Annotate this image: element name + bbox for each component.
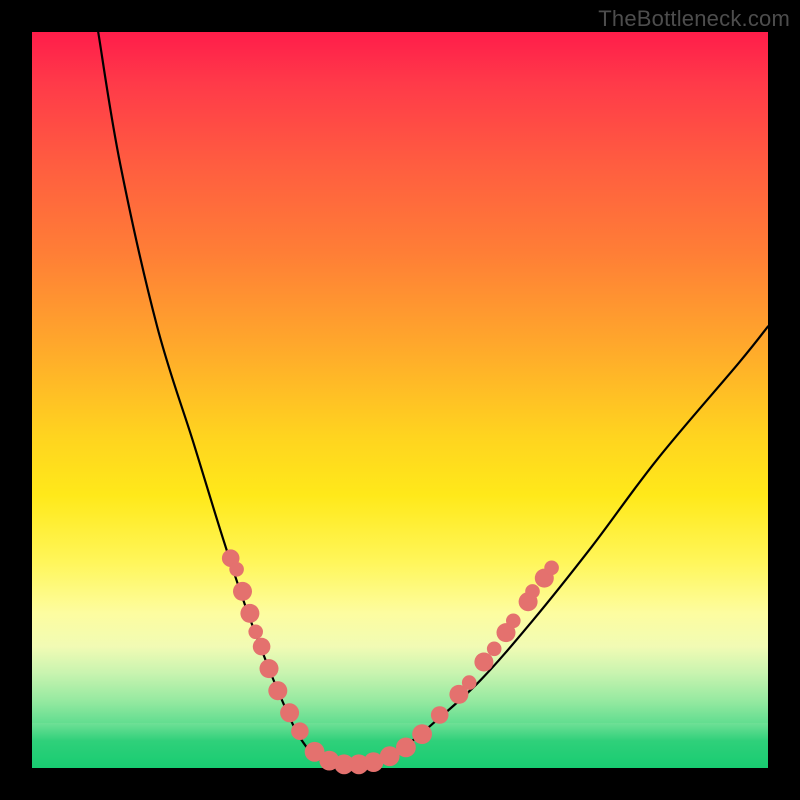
marker-point: [431, 706, 449, 724]
marker-point: [506, 614, 521, 629]
bottleneck-curve: [98, 32, 768, 765]
marker-point: [268, 681, 287, 700]
marker-point: [474, 653, 493, 672]
marker-point: [396, 738, 416, 758]
marker-point: [253, 638, 271, 656]
marker-point: [525, 584, 540, 599]
marker-point: [462, 675, 477, 690]
marker-point: [291, 722, 309, 740]
curve-group: [98, 32, 768, 765]
marker-point: [248, 625, 263, 640]
marker-point: [240, 604, 259, 623]
marker-point: [544, 561, 559, 576]
marker-point: [260, 659, 279, 678]
marker-point: [233, 582, 252, 601]
marker-point: [229, 562, 244, 577]
marker-point: [487, 642, 502, 657]
marker-group: [222, 549, 559, 774]
watermark-text: TheBottleneck.com: [598, 6, 790, 32]
chart-svg: [0, 0, 800, 800]
marker-point: [280, 703, 299, 722]
marker-point: [412, 724, 432, 744]
chart-frame: TheBottleneck.com: [0, 0, 800, 800]
